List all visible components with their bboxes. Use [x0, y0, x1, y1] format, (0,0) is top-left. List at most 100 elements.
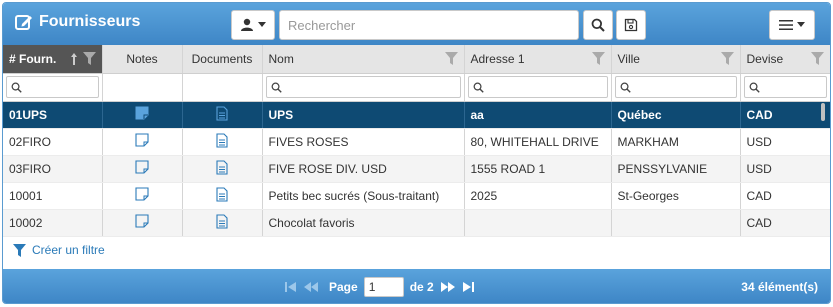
- page-label: Page: [329, 280, 358, 294]
- create-filter-link[interactable]: Créer un filtre: [13, 243, 105, 257]
- cell-nom: FIVES ROSES: [262, 128, 465, 156]
- create-filter-label: Créer un filtre: [32, 243, 105, 257]
- column-header-documents[interactable]: Documents: [182, 45, 263, 74]
- filter-cell-ville[interactable]: [611, 73, 741, 102]
- column-header-label: # Fourn.: [9, 51, 57, 66]
- column-header-label: Nom: [268, 51, 294, 66]
- column-header-code[interactable]: # Fourn.: [3, 45, 103, 74]
- table-row[interactable]: 10001 Petits bec sucrés (Sous-traitant) …: [3, 182, 830, 210]
- panel-header: Fournisseurs: [3, 3, 830, 45]
- filter-cell-devise[interactable]: [740, 73, 830, 102]
- cell-adresse: aa: [464, 101, 612, 129]
- cell-ville: Québec: [611, 101, 741, 129]
- filter-icon: [13, 243, 26, 257]
- filter-cell-notes: [102, 73, 183, 102]
- edit-icon: [15, 15, 32, 30]
- filter-icon[interactable]: [810, 52, 824, 65]
- cell-notes[interactable]: [102, 209, 183, 237]
- previous-page-icon[interactable]: [303, 281, 319, 293]
- cell-documents[interactable]: [182, 155, 263, 183]
- save-search-button[interactable]: [616, 10, 646, 40]
- note-icon[interactable]: [135, 187, 149, 201]
- document-icon[interactable]: [216, 213, 228, 229]
- hamburger-menu-icon: [779, 20, 793, 30]
- user-icon: [241, 18, 253, 31]
- cell-ville: [611, 209, 741, 237]
- page-number-input[interactable]: [363, 277, 404, 297]
- cell-ville: MARKHAM: [611, 128, 741, 156]
- panel-title-text: Fournisseurs: [39, 13, 141, 30]
- cell-devise: CAD: [740, 209, 830, 237]
- search-icon: [473, 82, 484, 93]
- filter-cell-nom[interactable]: [262, 73, 465, 102]
- note-icon[interactable]: [135, 133, 149, 147]
- document-icon[interactable]: [216, 105, 228, 121]
- cell-nom: UPS: [262, 101, 465, 129]
- cell-notes[interactable]: [102, 182, 183, 210]
- cell-documents[interactable]: [182, 128, 263, 156]
- column-header-notes[interactable]: Notes: [102, 45, 183, 74]
- cell-notes[interactable]: [102, 101, 183, 129]
- column-header-label: Documents: [191, 51, 253, 66]
- column-header-adresse[interactable]: Adresse 1: [464, 45, 612, 74]
- caret-down-icon: [797, 22, 805, 27]
- cell-adresse: 80, WHITEHALL DRIVE: [464, 128, 612, 156]
- note-icon[interactable]: [135, 214, 149, 228]
- cell-code: 01UPS: [3, 101, 103, 129]
- note-icon[interactable]: [135, 106, 149, 120]
- cell-documents[interactable]: [182, 101, 263, 129]
- cell-ville: PENSSYLVANIE: [611, 155, 741, 183]
- filter-cell-code[interactable]: [3, 73, 103, 102]
- column-header-label: Notes: [126, 51, 158, 66]
- suppliers-panel: Fournisseurs Rechercher # Fourn. Notes D…: [2, 2, 831, 304]
- last-page-icon[interactable]: [462, 281, 474, 293]
- filter-icon[interactable]: [591, 52, 605, 65]
- next-page-icon[interactable]: [440, 281, 456, 293]
- pagination-controls: Page de 2: [285, 277, 474, 297]
- page-total-label: de 2: [409, 280, 434, 294]
- table-row[interactable]: 03FIRO FIVE ROSE DIV. USD 1555 ROAD 1 PE…: [3, 155, 830, 183]
- cell-documents[interactable]: [182, 209, 263, 237]
- column-header-nom[interactable]: Nom: [262, 45, 465, 74]
- column-header-devise[interactable]: Devise: [740, 45, 830, 74]
- caret-down-icon: [258, 22, 266, 27]
- filter-icon[interactable]: [444, 52, 458, 65]
- document-icon[interactable]: [216, 132, 228, 148]
- table-row[interactable]: 02FIRO FIVES ROSES 80, WHITEHALL DRIVE M…: [3, 128, 830, 156]
- first-page-icon[interactable]: [285, 281, 297, 293]
- cell-adresse: [464, 209, 612, 237]
- cell-notes[interactable]: [102, 155, 183, 183]
- table-row[interactable]: 10002 Chocolat favoris CAD: [3, 209, 830, 237]
- save-icon: [624, 18, 638, 32]
- table-row[interactable]: 01UPS UPS aa Québec CAD: [3, 101, 830, 129]
- filter-cell-adresse[interactable]: [464, 73, 612, 102]
- column-header-ville[interactable]: Ville: [611, 45, 741, 74]
- item-count: 34 élément(s): [741, 280, 818, 294]
- search-icon: [271, 82, 282, 93]
- vertical-scrollbar[interactable]: [821, 103, 825, 121]
- document-icon[interactable]: [216, 186, 228, 202]
- filter-icon[interactable]: [720, 52, 734, 65]
- cell-code: 10001: [3, 182, 103, 210]
- cell-ville: St-Georges: [611, 182, 741, 210]
- search-icon: [749, 82, 760, 93]
- search-button[interactable]: [583, 10, 613, 40]
- cell-documents[interactable]: [182, 182, 263, 210]
- filter-icon[interactable]: [82, 52, 96, 65]
- document-icon[interactable]: [216, 159, 228, 175]
- cell-nom: Petits bec sucrés (Sous-traitant): [262, 182, 465, 210]
- cell-devise: USD: [740, 128, 830, 156]
- search-icon: [11, 82, 22, 93]
- cell-code: 02FIRO: [3, 128, 103, 156]
- cell-devise: CAD: [740, 101, 830, 129]
- search-icon: [620, 82, 631, 93]
- search-input[interactable]: [279, 10, 579, 40]
- cell-notes[interactable]: [102, 128, 183, 156]
- column-header-label: Adresse 1: [470, 51, 525, 66]
- cell-nom: FIVE ROSE DIV. USD: [262, 155, 465, 183]
- note-icon[interactable]: [135, 160, 149, 174]
- suppliers-grid: # Fourn. Notes Documents Nom Adresse 1 V…: [3, 45, 830, 237]
- options-menu-button[interactable]: [769, 10, 815, 40]
- sort-icon[interactable]: [70, 52, 78, 66]
- user-filter-dropdown[interactable]: [231, 10, 275, 40]
